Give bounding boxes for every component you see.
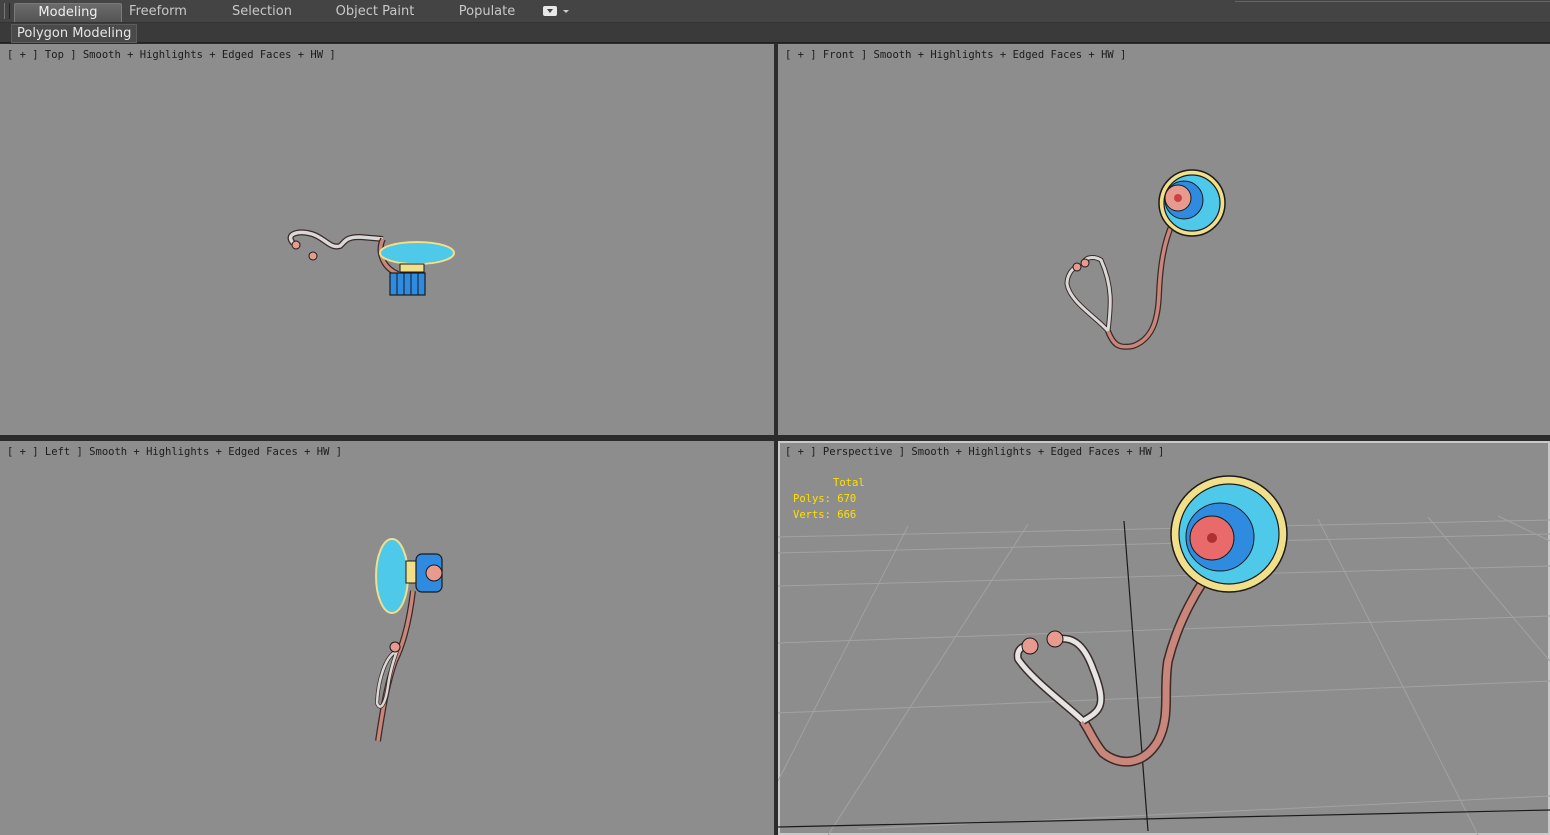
stats-header: Total bbox=[833, 477, 865, 489]
display-options-icon bbox=[543, 6, 557, 16]
ribbon-panel-bar: Polygon Modeling bbox=[0, 23, 1550, 43]
ribbon-tab-bar: Modeling Freeform Selection Object Paint… bbox=[0, 0, 1550, 23]
tab-selection[interactable]: Selection bbox=[225, 3, 299, 21]
polygon-modeling-panel-button[interactable]: Polygon Modeling bbox=[11, 24, 138, 43]
viewport-top[interactable]: [ + ] Top ] Smooth + Highlights + Edged … bbox=[0, 44, 774, 435]
viewport-front[interactable]: [ + ] Front ] Smooth + Highlights + Edge… bbox=[778, 44, 1550, 435]
stethoscope-top-view bbox=[287, 229, 455, 296]
viewport-perspective[interactable]: [ + ] Perspective ] Smooth + Highlights … bbox=[778, 441, 1550, 835]
ribbon-options-dropdown[interactable] bbox=[543, 6, 569, 18]
viewport-left[interactable]: [ + ] Left ] Smooth + Highlights + Edged… bbox=[0, 441, 774, 835]
stethoscope-left-view bbox=[374, 538, 443, 742]
divider bbox=[1235, 1, 1550, 2]
tab-populate[interactable]: Populate bbox=[452, 3, 522, 21]
viewport-perspective-label[interactable]: [ + ] Perspective ] Smooth + Highlights … bbox=[785, 446, 1164, 458]
tab-modeling[interactable]: Modeling bbox=[14, 3, 122, 22]
chevron-down-icon bbox=[563, 10, 569, 13]
perspective-grid bbox=[778, 475, 1550, 835]
stethoscope-front-view bbox=[1064, 169, 1226, 350]
tab-object-paint[interactable]: Object Paint bbox=[333, 3, 417, 21]
scene-statistics: Total Polys: 670 Verts: 666 bbox=[793, 475, 865, 523]
ribbon: Modeling Freeform Selection Object Paint… bbox=[0, 0, 1550, 43]
ribbon-grip-handle[interactable] bbox=[4, 3, 10, 19]
stats-verts: Verts: 666 bbox=[793, 509, 857, 521]
tab-freeform[interactable]: Freeform bbox=[122, 3, 194, 21]
stats-polys: Polys: 670 bbox=[793, 493, 857, 505]
